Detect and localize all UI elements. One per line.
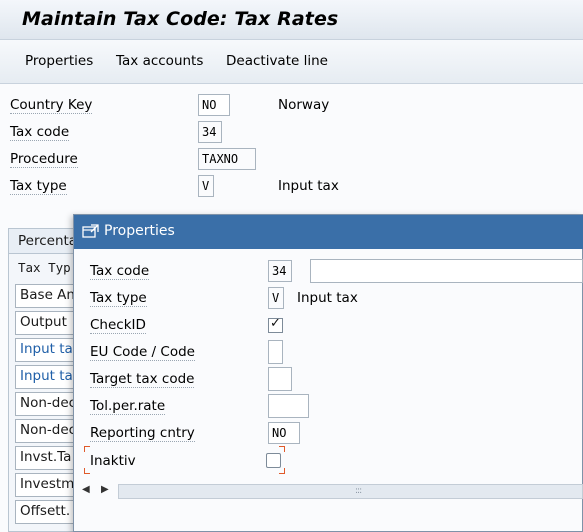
row-label: Offsett. bbox=[20, 503, 71, 519]
reporting-country-field[interactable]: NO bbox=[268, 422, 300, 444]
focus-marker-top-left bbox=[84, 446, 90, 452]
row-label: Non-dec bbox=[20, 395, 77, 411]
menu-item-properties[interactable]: Properties bbox=[25, 53, 93, 69]
tax-code-field[interactable]: 34 bbox=[198, 121, 222, 143]
dlg-label-target-tax-code: Target tax code bbox=[90, 371, 195, 388]
row-label: Investm bbox=[20, 476, 75, 492]
tol-per-rate-field[interactable] bbox=[268, 394, 309, 418]
tax-type-description: Input tax bbox=[278, 178, 339, 194]
procedure-field[interactable]: TAXNO bbox=[198, 148, 256, 170]
label-tax-code: Tax code bbox=[10, 124, 70, 141]
row-label: Input ta bbox=[20, 341, 73, 357]
menu-item-deactivate-line[interactable]: Deactivate line bbox=[226, 53, 328, 69]
dlg-label-reporting-country: Reporting cntry bbox=[90, 425, 195, 442]
dlg-label-check-id: CheckID bbox=[90, 317, 146, 334]
target-tax-code-field[interactable] bbox=[268, 367, 292, 391]
tax-type-field[interactable]: V bbox=[198, 175, 214, 197]
dialog-title: Properties bbox=[104, 223, 175, 239]
focus-marker-bottom-right bbox=[279, 468, 285, 474]
label-procedure: Procedure bbox=[10, 151, 78, 168]
row-label: Output bbox=[20, 314, 67, 330]
inaktiv-checkbox[interactable] bbox=[266, 453, 281, 468]
dialog-title-bar[interactable]: Properties bbox=[74, 215, 583, 249]
menu-item-tax-accounts[interactable]: Tax accounts bbox=[116, 53, 203, 69]
check-id-checkbox[interactable] bbox=[268, 316, 283, 333]
page-title: Maintain Tax Code: Tax Rates bbox=[22, 8, 339, 30]
dlg-label-inaktiv: Inaktiv bbox=[90, 453, 136, 469]
eu-code-field[interactable] bbox=[268, 340, 283, 364]
country-name: Norway bbox=[278, 97, 330, 113]
dlg-label-tax-type: Tax type bbox=[90, 290, 147, 307]
dlg-label-eu-code: EU Code / Code bbox=[90, 344, 195, 361]
scroll-right-arrow-icon[interactable]: ▶ bbox=[101, 484, 109, 495]
tab-label: Percenta bbox=[18, 233, 78, 249]
horizontal-scrollbar[interactable] bbox=[118, 484, 583, 499]
dlg-label-tax-code: Tax code bbox=[90, 263, 150, 280]
dlg-tax-type-field[interactable]: V bbox=[268, 287, 284, 309]
scrollbar-grip-icon: ::: bbox=[355, 486, 362, 496]
dlg-tax-type-description: Input tax bbox=[297, 290, 358, 306]
dlg-label-tol-per-rate: Tol.per.rate bbox=[90, 398, 166, 415]
row-label: Base An bbox=[20, 287, 75, 303]
dlg-tax-code-field[interactable]: 34 bbox=[268, 260, 292, 282]
scroll-left-arrow-icon[interactable]: ◀ bbox=[82, 484, 90, 495]
country-key-field[interactable]: NO bbox=[198, 94, 230, 116]
row-label: Invst.Ta bbox=[20, 449, 72, 465]
row-label: Non-dec bbox=[20, 422, 77, 438]
label-tax-type: Tax type bbox=[10, 178, 67, 195]
dlg-tax-code-description-field[interactable] bbox=[310, 259, 583, 283]
column-header-tax-type: Tax Typ bbox=[18, 260, 71, 275]
label-country-key: Country Key bbox=[10, 97, 93, 114]
row-label: Input ta bbox=[20, 368, 73, 384]
focus-marker-top-right bbox=[279, 446, 285, 452]
title-bar: Maintain Tax Code: Tax Rates bbox=[0, 0, 583, 40]
menu-bar: Properties Tax accounts Deactivate line bbox=[0, 40, 583, 84]
properties-window-icon bbox=[82, 224, 99, 238]
